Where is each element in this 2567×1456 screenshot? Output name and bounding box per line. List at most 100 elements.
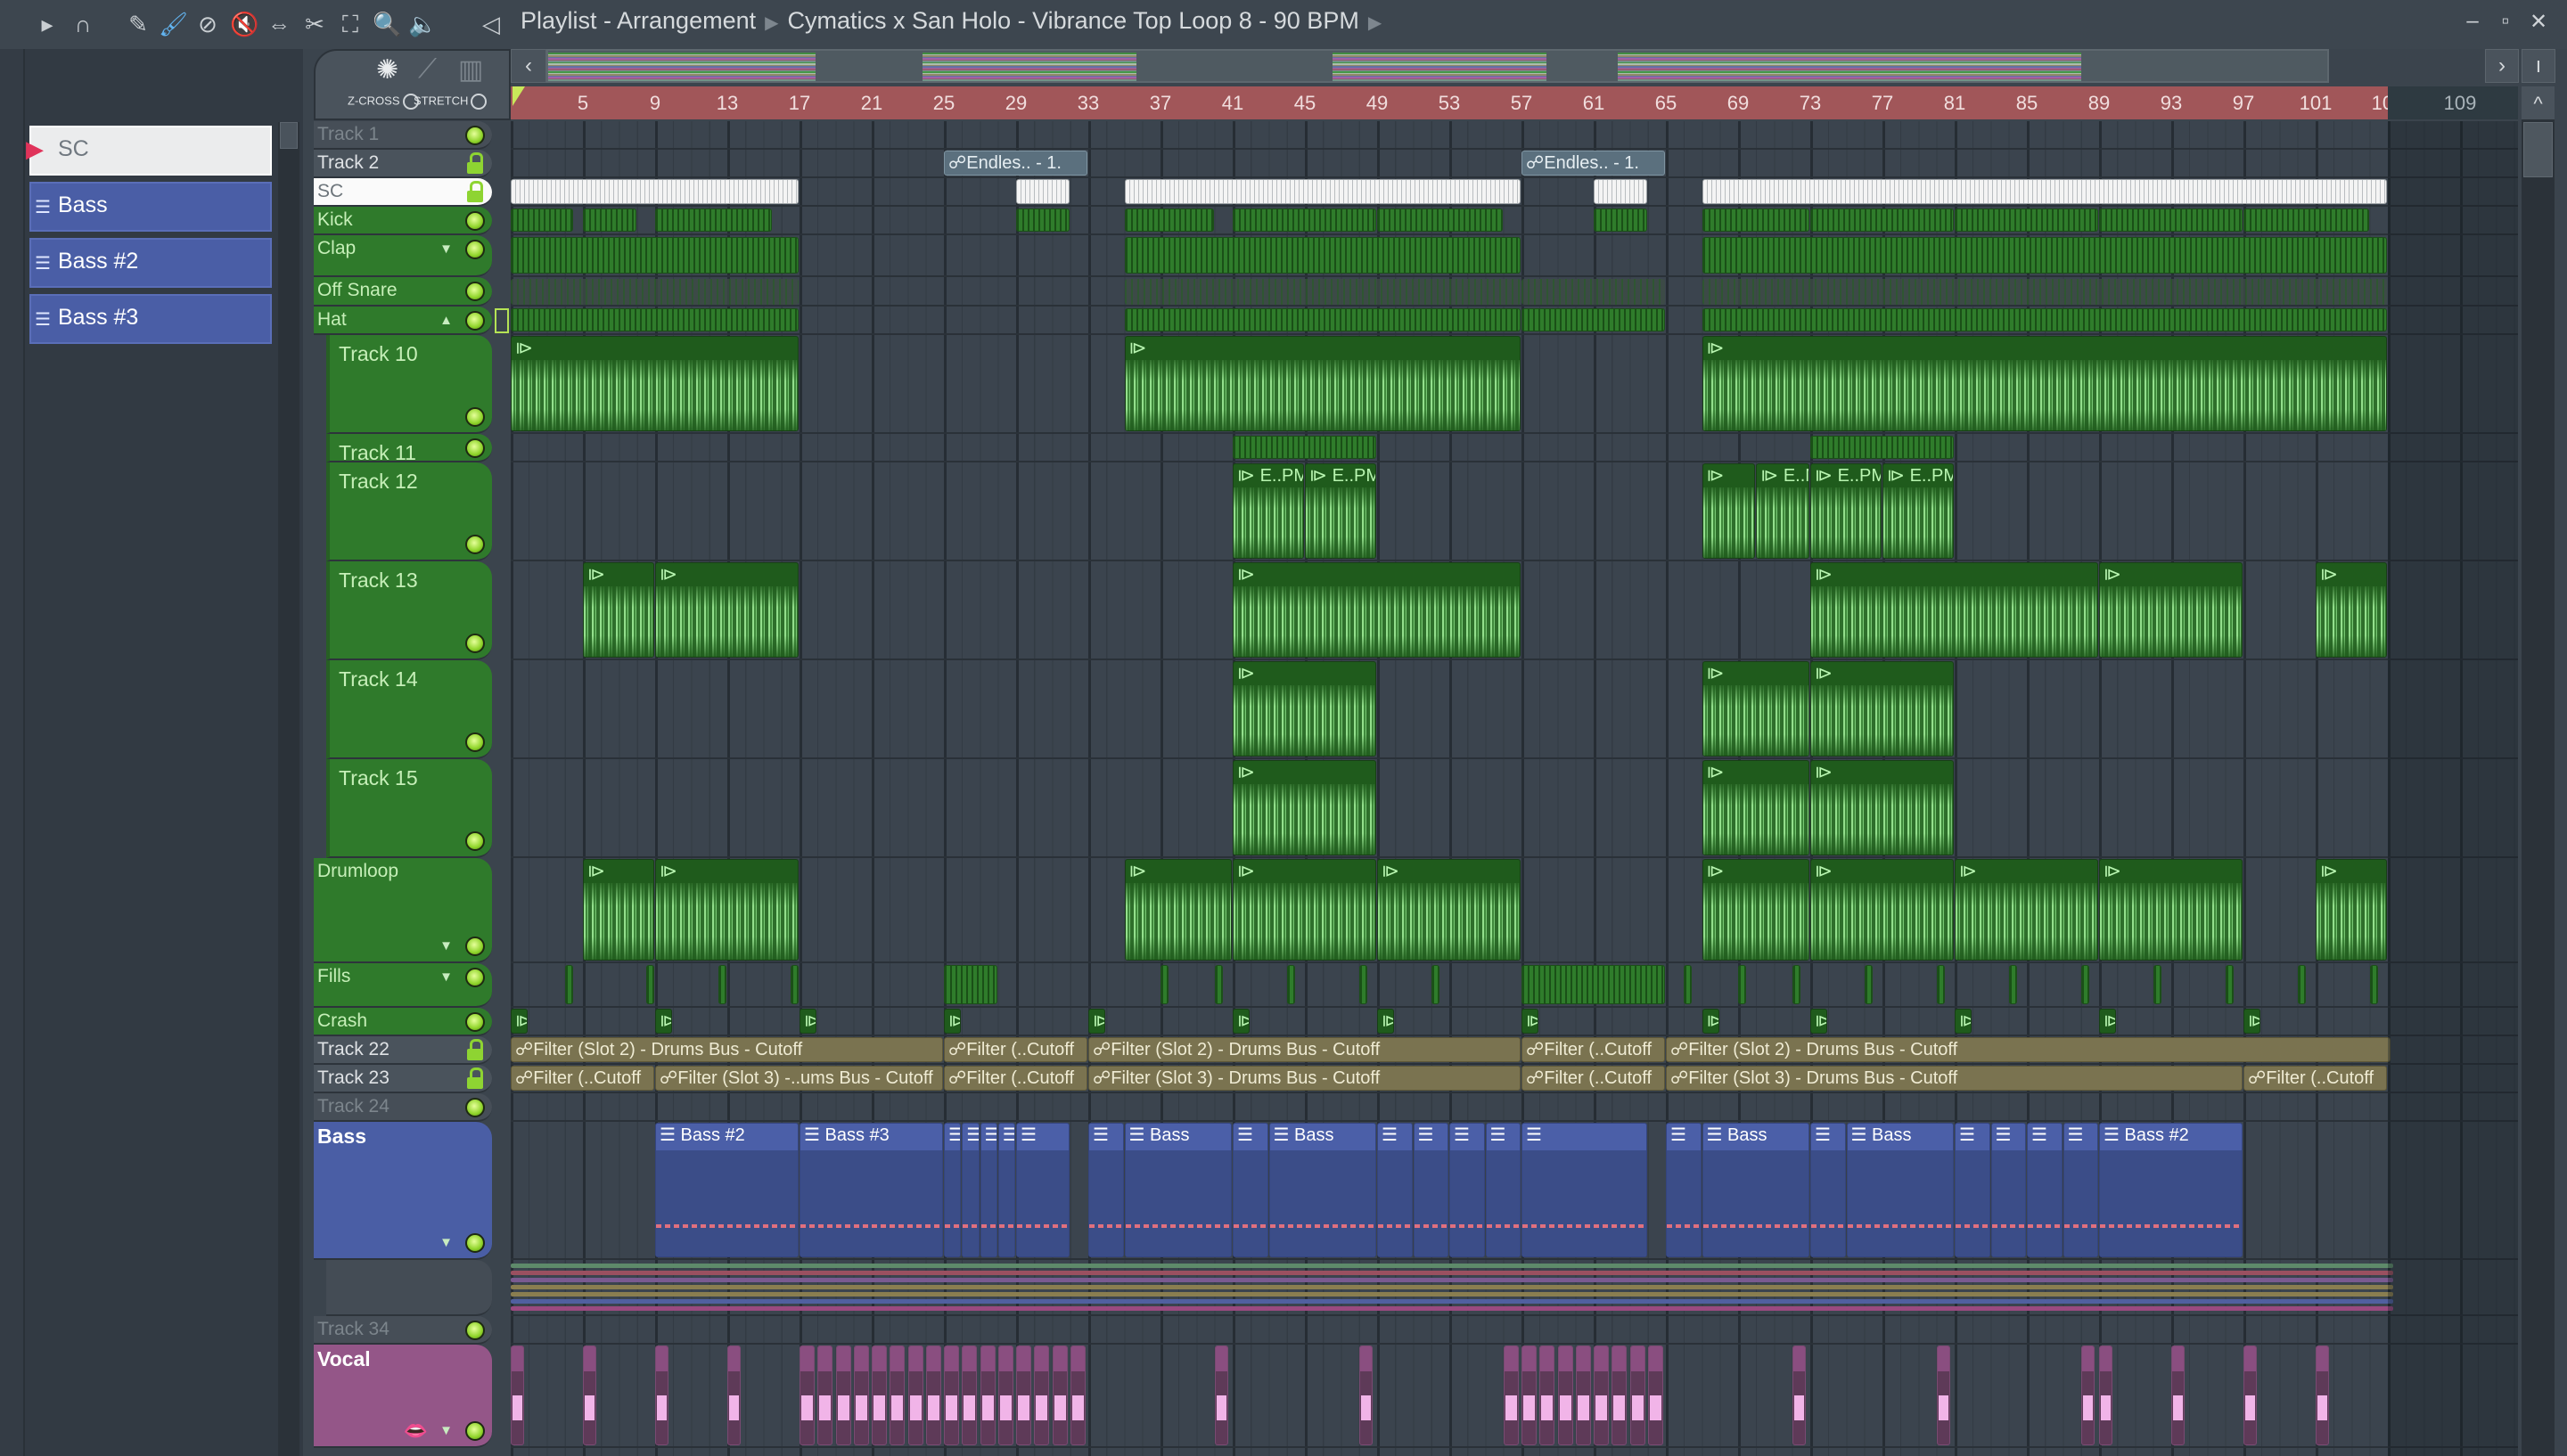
audio-clip[interactable]: ⧐: [2099, 859, 2243, 961]
sc-clip[interactable]: [1124, 179, 1521, 204]
vocal-clip[interactable]: [2316, 1346, 2330, 1445]
track-header[interactable]: Track 13: [326, 561, 492, 660]
vocal-clip[interactable]: [817, 1346, 833, 1445]
faint-clip[interactable]: [511, 279, 799, 305]
vocal-clip[interactable]: [835, 1346, 851, 1445]
thin-clip[interactable]: [1377, 209, 1503, 232]
expand-arrow-icon[interactable]: ▼: [439, 1235, 453, 1250]
mute-led-icon[interactable]: [465, 937, 485, 956]
thin-clip[interactable]: [2099, 209, 2243, 232]
track-header[interactable]: Track 10: [326, 335, 492, 434]
pattern-clip[interactable]: ☰: [2063, 1123, 2098, 1257]
pattern-clip[interactable]: ☰: [1016, 1123, 1070, 1257]
auto-clip[interactable]: ☍Filter (Slot 2) - Drums Bus - Cutoff: [511, 1037, 943, 1062]
thin-clip[interactable]: [1233, 209, 1376, 232]
track-header[interactable]: Vocal ▼ 👄: [314, 1345, 492, 1448]
track-row[interactable]: ☍Filter (Slot 2) - Drums Bus - Cutoff ☍Fi…: [511, 1036, 2518, 1065]
maximize-button[interactable]: ▫: [2493, 9, 2518, 36]
track-name[interactable]: Bass: [317, 1125, 366, 1148]
vocal-clip[interactable]: [511, 1346, 525, 1445]
pattern-clip-icon[interactable]: ▥: [458, 54, 483, 86]
thin-clip[interactable]: [1955, 209, 2098, 232]
expand-arrow-icon[interactable]: ▼: [439, 1423, 453, 1438]
vocal-clip[interactable]: [962, 1346, 978, 1445]
vocal-clip[interactable]: [583, 1346, 597, 1445]
thin-clip[interactable]: [1233, 436, 1376, 459]
track-row[interactable]: ⧐ ⧐ ⧐: [511, 335, 2518, 434]
audio-clip[interactable]: ⧐ E..PM: [1305, 463, 1376, 559]
track-row[interactable]: [511, 121, 2518, 150]
vocal-clip[interactable]: [1575, 1346, 1591, 1445]
track-header[interactable]: Track 2: [314, 150, 492, 178]
arrangement-overview[interactable]: [546, 49, 2329, 83]
track-name[interactable]: Track 12: [339, 470, 418, 493]
vocal-clip[interactable]: [944, 1346, 960, 1445]
track-row[interactable]: [511, 235, 2518, 277]
vocal-clip[interactable]: [1594, 1346, 1610, 1445]
audio-clip[interactable]: ⧐: [655, 1009, 673, 1034]
chevron-right-icon[interactable]: ▶: [1368, 13, 1382, 33]
track-name[interactable]: Clap: [317, 238, 356, 258]
audio-clip[interactable]: ⧐: [1233, 661, 1376, 757]
sc-clip[interactable]: [511, 179, 799, 204]
picker-scrollbar[interactable]: [278, 122, 299, 1456]
track-name[interactable]: Track 13: [339, 568, 418, 592]
vocal-clip[interactable]: [1034, 1346, 1050, 1445]
audio-clip[interactable]: ⧐: [511, 1009, 529, 1034]
lock-icon[interactable]: [467, 181, 483, 204]
thin-clip[interactable]: [2369, 965, 2378, 1004]
auto-clip[interactable]: ☍Filter (Slot 3) -..ums Bus - Cutoff: [655, 1066, 943, 1091]
stretch-toggle[interactable]: STRETCH: [414, 94, 488, 110]
thin-clip[interactable]: [1286, 965, 1295, 1004]
auto-clip[interactable]: ☍Filter (Slot 3) - Drums Bus - Cutoff: [1666, 1066, 2243, 1091]
thin-clip[interactable]: [1936, 965, 1945, 1004]
vocal-clip[interactable]: [1070, 1346, 1086, 1445]
timeline-ruler[interactable]: 5 9 13 17 21 25 29 33 37 41 45 49 53 57 61 65 69 73 77 81 85…: [511, 86, 2404, 119]
sc-clip[interactable]: [1594, 179, 1647, 204]
audio-clip[interactable]: ⧐: [2316, 859, 2387, 961]
auto-clip[interactable]: ☍Filter (..Cutoff: [944, 1066, 1087, 1091]
magnet-icon[interactable]: ∩: [70, 11, 96, 37]
audio-clip[interactable]: ⧐: [2099, 1009, 2117, 1034]
collapse-arrow-icon[interactable]: ▲: [439, 313, 453, 328]
lock-icon[interactable]: [467, 1067, 483, 1091]
audio-clip[interactable]: ⧐: [800, 1009, 817, 1034]
mute-icon[interactable]: 🔇: [230, 11, 258, 37]
track-header[interactable]: Crash: [314, 1008, 492, 1036]
vocal-clip[interactable]: [2099, 1346, 2113, 1445]
thin-clip[interactable]: [1810, 436, 1954, 459]
audio-clip[interactable]: ⧐: [511, 336, 799, 431]
vocal-clip[interactable]: [853, 1346, 869, 1445]
pattern-clip[interactable]: ☰: [1990, 1123, 2026, 1257]
mute-led-icon[interactable]: [465, 1233, 485, 1253]
audio-clip[interactable]: ⧐: [583, 859, 654, 961]
track-row[interactable]: ☍Endles.. - 1. ☍Endles.. - 1.: [511, 150, 2518, 178]
audio-clip[interactable]: ⧐: [1702, 661, 1809, 757]
audio-clip[interactable]: ⧐: [1702, 1009, 1719, 1034]
track-row[interactable]: ⧐ ⧐ ⧐ ⧐ ⧐ ⧐: [511, 561, 2518, 660]
mute-led-icon[interactable]: [465, 438, 485, 458]
faint-clip[interactable]: [1702, 279, 2387, 305]
audio-clip[interactable]: ⧐: [1233, 1009, 1251, 1034]
audio-clip[interactable]: ⧐: [655, 562, 799, 658]
audio-clip[interactable]: ⧐: [2243, 1009, 2261, 1034]
minimize-button[interactable]: ‒: [2460, 9, 2485, 36]
pattern-clip[interactable]: ☰ Bass: [1268, 1123, 1376, 1257]
thin-clip[interactable]: [1214, 965, 1223, 1004]
thin-clip[interactable]: [564, 965, 573, 1004]
pattern-clip[interactable]: ☰: [1955, 1123, 1990, 1257]
vocal-clip[interactable]: [872, 1346, 888, 1445]
track-row[interactable]: [511, 307, 2518, 335]
vocal-clip[interactable]: [1052, 1346, 1068, 1445]
pattern-clip[interactable]: ☰: [1810, 1123, 1846, 1257]
thin-clip[interactable]: [1702, 308, 2387, 331]
audio-clip[interactable]: ⧐: [1702, 463, 1756, 559]
thin-clip[interactable]: [1810, 209, 1954, 232]
track-name[interactable]: SC: [317, 181, 343, 201]
mute-led-icon[interactable]: [465, 240, 485, 259]
thin-clip[interactable]: [655, 209, 772, 232]
auto-clip[interactable]: ☍Filter (..Cutoff: [1521, 1037, 1665, 1062]
audio-clip[interactable]: ⧐: [1124, 336, 1521, 431]
scroll-up-button[interactable]: ^: [2522, 86, 2555, 119]
menu-arrow-icon[interactable]: ▸: [34, 11, 61, 37]
